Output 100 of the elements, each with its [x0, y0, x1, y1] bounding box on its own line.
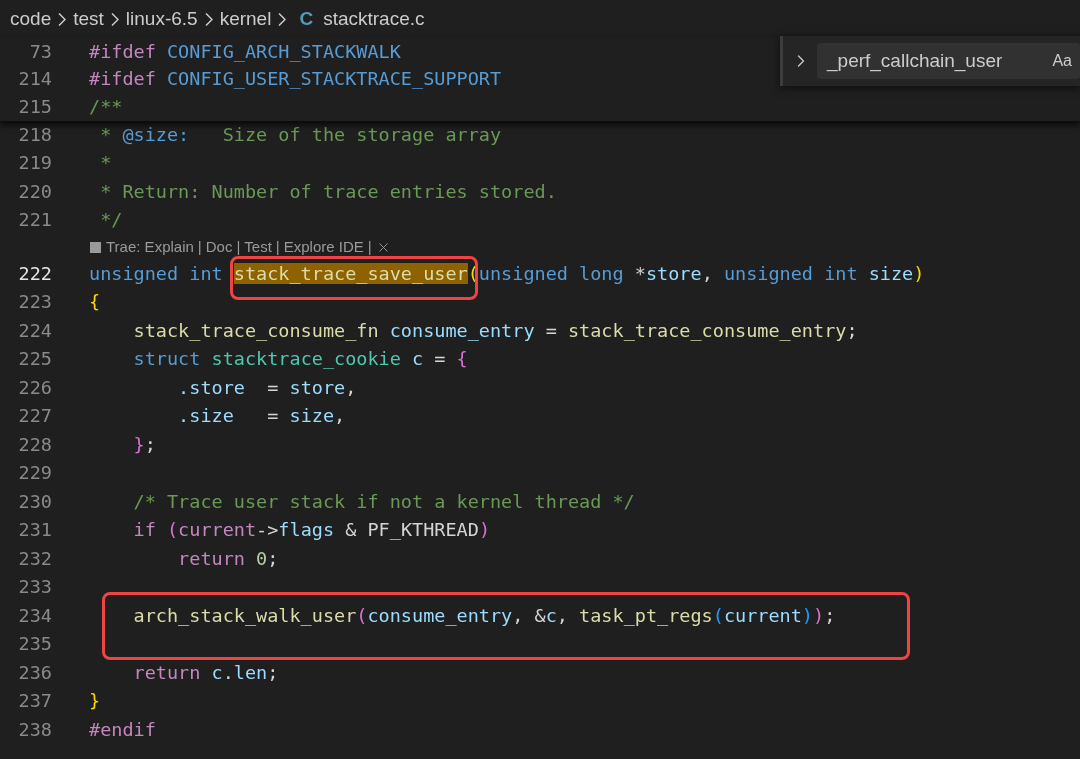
code-token: PF_KTHREAD [367, 518, 479, 543]
code-token: Size of the storage array [221, 122, 502, 147]
code-token: stack_trace_save_user [233, 262, 468, 284]
find-input[interactable]: _perf_callchain_user Aa [817, 43, 1080, 79]
code-token: */ [99, 208, 123, 233]
codelens-link[interactable]: Explore IDE [283, 235, 364, 259]
line-number: 224 [17, 318, 52, 343]
code-token: { [89, 290, 101, 315]
line-number: 228 [17, 432, 52, 457]
code-token: = [266, 404, 280, 429]
code-token: unsigned int [89, 261, 224, 286]
line-number: 231 [17, 518, 52, 543]
code-token: #endif [89, 717, 156, 742]
square-icon [90, 241, 101, 253]
code-token: c [412, 347, 424, 372]
code-token: ( [356, 603, 368, 628]
line-number: 227 [17, 404, 52, 429]
line-number: 226 [17, 375, 52, 400]
code-token: * [99, 122, 113, 147]
code-token: & [344, 518, 358, 543]
codelens-link[interactable]: Test [244, 235, 272, 259]
line-number: 229 [17, 461, 52, 486]
code-token: * [99, 151, 112, 176]
code-token: struct [132, 347, 202, 372]
codelens-link[interactable]: Doc [205, 235, 233, 259]
code-token: unsigned int [723, 261, 859, 286]
code-token: ( [467, 261, 479, 286]
breadcrumb-item[interactable]: stacktrace.c [323, 4, 425, 34]
match-case-button[interactable]: Aa [1052, 49, 1072, 73]
line-number: 235 [17, 632, 52, 657]
code-token: stacktrace_cookie [211, 347, 402, 372]
line-number: 73 [28, 39, 52, 64]
chevron-icon [58, 12, 67, 26]
code-token: ; [824, 603, 836, 628]
code-token: ( [166, 518, 179, 543]
code-token: , & [512, 603, 546, 628]
code-token: = [433, 347, 447, 372]
code-token: c [545, 603, 557, 628]
line-number: 218 [17, 122, 52, 147]
code-token: ; [267, 660, 279, 685]
code-token: , [556, 603, 569, 628]
code-token: , [701, 261, 714, 286]
line-number: 222 [17, 261, 52, 286]
code-token: 0 [256, 546, 268, 571]
breadcrumb-item[interactable]: kernel [219, 4, 272, 34]
line-number: 237 [17, 689, 52, 714]
code-token: store [289, 375, 346, 400]
code-token: /** [89, 94, 123, 119]
code-token: CONFIG_ARCH_STACKWALK [166, 39, 401, 64]
code-token: unsigned long [478, 261, 625, 286]
code-token: size [868, 261, 914, 286]
line-number: 220 [17, 179, 52, 204]
separator: | [236, 236, 241, 257]
breadcrumb-item[interactable]: code [10, 4, 52, 34]
separator: | [197, 236, 202, 257]
code-token: store [645, 261, 702, 286]
code-token: CONFIG_USER_STACKTRACE_SUPPORT [166, 67, 502, 92]
code-token: return [132, 660, 202, 685]
code-token: { [456, 347, 468, 372]
code-token: current [178, 518, 257, 543]
code-token: ) [801, 603, 813, 628]
breadcrumb-item[interactable]: linux-6.5 [125, 4, 198, 34]
code-token: arch_stack_walk_user [132, 603, 357, 628]
code-token: = [544, 318, 558, 343]
code-token: .size [177, 404, 234, 429]
code-token: len [233, 660, 268, 685]
line-number: 219 [17, 151, 52, 176]
code-token: . [222, 660, 234, 685]
code-token: size [289, 404, 335, 429]
code-token: flags [278, 518, 335, 543]
code-token: -> [256, 518, 279, 543]
code-token: ( [712, 603, 724, 628]
line-number: 225 [17, 347, 52, 372]
breadcrumb-item[interactable]: test [73, 4, 104, 34]
code-token: * [634, 261, 646, 286]
code-token: c [211, 660, 223, 685]
code-token: ) [478, 518, 490, 543]
line-number: 230 [17, 489, 52, 514]
code-token: ) [913, 261, 925, 286]
code-token: stack_trace_consume_fn [132, 318, 380, 343]
line-number: 232 [17, 546, 52, 571]
line-number: 223 [17, 290, 52, 315]
code-token: consume_entry [389, 318, 535, 343]
code-token: @size: [122, 122, 190, 147]
code-token: consume_entry [367, 603, 513, 628]
line-number: 215 [17, 94, 52, 119]
c-file-icon: C [299, 4, 314, 34]
code-token: } [89, 689, 101, 714]
code-token: , [345, 375, 357, 400]
line-number: 236 [17, 660, 52, 685]
code-token: stack_trace_consume_entry [567, 318, 847, 343]
code-token: * Return: Number of trace entries stored. [99, 179, 557, 204]
code-token: #ifdef [89, 39, 157, 64]
codelens-link[interactable]: Trae: Explain [106, 235, 194, 259]
code-token: /* Trace user stack if not a kernel thread */ [132, 489, 635, 514]
separator: | [367, 236, 372, 257]
line-number: 233 [17, 575, 52, 600]
code-token: ; [846, 318, 858, 343]
code-token: ) [813, 603, 825, 628]
separator: | [275, 236, 280, 257]
